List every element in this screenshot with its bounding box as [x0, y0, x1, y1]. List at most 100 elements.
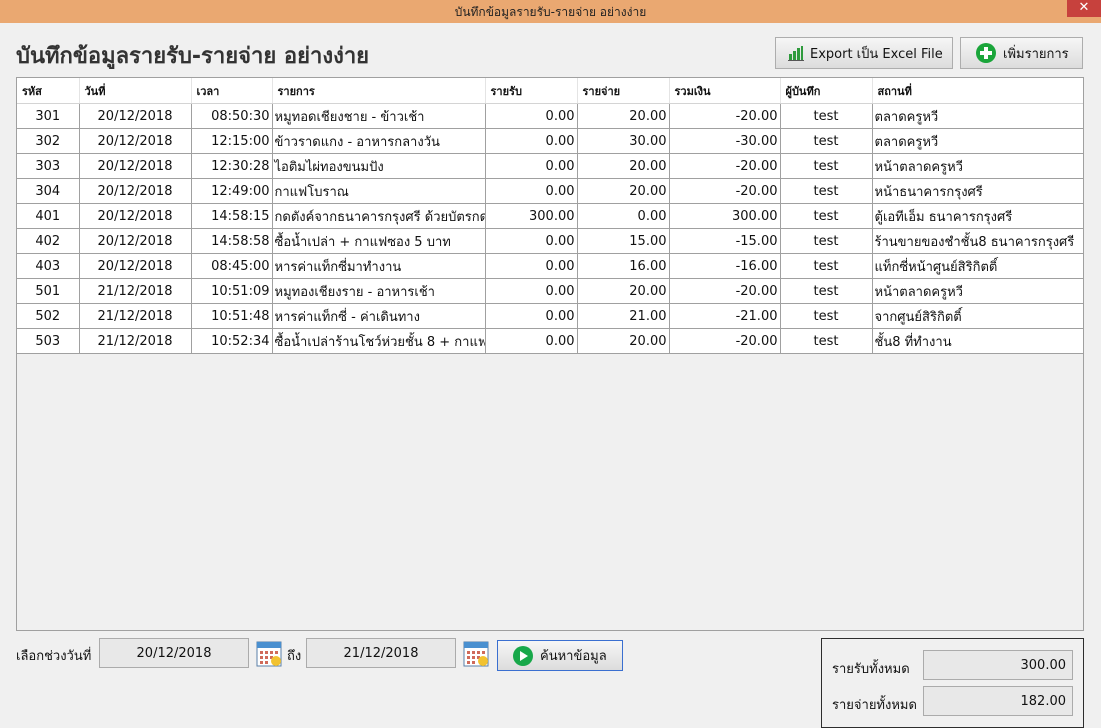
- table-row[interactable]: 502 21/12/2018 10:51:48 หารค่าแท็กซี่ - …: [17, 303, 1083, 329]
- cell-expense: 20.00: [577, 278, 670, 304]
- start-date-field[interactable]: 20/12/2018: [99, 638, 249, 668]
- excel-chart-icon: [788, 45, 804, 61]
- total-income-field: 300.00: [923, 650, 1073, 680]
- cell-item: หมูทองเชียงราย - อาหารเช้า: [272, 278, 486, 304]
- column-header-id[interactable]: รหัส: [17, 78, 80, 104]
- close-icon[interactable]: ✕: [1067, 0, 1101, 17]
- cell-recorder: test: [780, 128, 873, 154]
- total-expense-label: รายจ่ายทั้งหมด: [832, 698, 917, 713]
- cell-recorder: test: [780, 103, 873, 129]
- cell-expense: 15.00: [577, 228, 670, 254]
- cell-id: 401: [17, 203, 80, 229]
- cell-recorder: test: [780, 278, 873, 304]
- cell-item: กาแฟโบราณ: [272, 178, 486, 204]
- table-row[interactable]: 401 20/12/2018 14:58:15 กดตังค์จากธนาคาร…: [17, 203, 1083, 229]
- cell-total: -20.00: [669, 278, 781, 304]
- cell-expense: 16.00: [577, 253, 670, 279]
- add-label: เพิ่มรายการ: [1003, 46, 1069, 62]
- cell-id: 502: [17, 303, 80, 329]
- add-record-button[interactable]: เพิ่มรายการ: [960, 37, 1083, 69]
- cell-total: -20.00: [669, 328, 781, 354]
- table-row[interactable]: 402 20/12/2018 14:58:58 ซื้อน้ำเปล่า + ก…: [17, 228, 1083, 254]
- window-title: บันทึกข้อมูลรายรับ-รายจ่าย อย่างง่าย: [454, 5, 647, 19]
- table-row[interactable]: 302 20/12/2018 12:15:00 ข้าวราดแกง - อาห…: [17, 128, 1083, 154]
- cell-time: 12:15:00: [191, 128, 273, 154]
- cell-income: 0.00: [485, 128, 578, 154]
- cell-item: ข้าวราดแกง - อาหารกลางวัน: [272, 128, 486, 154]
- calendar-icon[interactable]: [463, 639, 489, 667]
- cell-recorder: test: [780, 153, 873, 179]
- page-title: บันทึกข้อมูลรายรับ-รายจ่าย อย่างง่าย: [16, 44, 370, 69]
- cell-total: -20.00: [669, 153, 781, 179]
- table-row[interactable]: 503 21/12/2018 10:52:34 ซื้อน้ำเปล่าร้าน…: [17, 328, 1083, 354]
- cell-item: กดตังค์จากธนาคารกรุงศรี ด้วยบัตรกดเงินสด: [272, 203, 486, 229]
- cell-income: 0.00: [485, 228, 578, 254]
- table-header-row: รหัส วันที่ เวลา รายการ รายรับ รายจ่าย ร…: [17, 78, 1083, 104]
- cell-id: 304: [17, 178, 80, 204]
- column-header-recorder[interactable]: ผู้บันทึก: [780, 78, 873, 104]
- end-date-field[interactable]: 21/12/2018: [306, 638, 456, 668]
- cell-expense: 0.00: [577, 203, 670, 229]
- cell-total: -30.00: [669, 128, 781, 154]
- cell-place: จากศูนย์สิริกิตติ์: [872, 303, 1083, 329]
- cell-place: หน้าธนาคารกรุงศรี: [872, 178, 1083, 204]
- column-header-place[interactable]: สถานที่: [872, 78, 1083, 104]
- cell-income: 0.00: [485, 303, 578, 329]
- column-header-income[interactable]: รายรับ: [485, 78, 578, 104]
- table-row[interactable]: 501 21/12/2018 10:51:09 หมูทองเชียงราย -…: [17, 278, 1083, 304]
- cell-id: 302: [17, 128, 80, 154]
- cell-recorder: test: [780, 303, 873, 329]
- cell-income: 0.00: [485, 253, 578, 279]
- table-row[interactable]: 403 20/12/2018 08:45:00 หารค่าแท็กซี่มาท…: [17, 253, 1083, 279]
- cell-item: หมูทอดเชียงชาย - ข้าวเช้า: [272, 103, 486, 129]
- cell-time: 08:50:30: [191, 103, 273, 129]
- search-label: ค้นหาข้อมูล: [540, 649, 607, 664]
- table-row[interactable]: 301 20/12/2018 08:50:30 หมูทอดเชียงชาย -…: [17, 103, 1083, 129]
- cell-income: 0.00: [485, 178, 578, 204]
- total-income-label: รายรับทั้งหมด: [832, 662, 910, 677]
- cell-income: 0.00: [485, 153, 578, 179]
- cell-date: 20/12/2018: [79, 253, 192, 279]
- column-header-expense[interactable]: รายจ่าย: [577, 78, 670, 104]
- cell-id: 501: [17, 278, 80, 304]
- cell-place: ตลาดครูหวี: [872, 103, 1083, 129]
- cell-time: 08:45:00: [191, 253, 273, 279]
- export-excel-button[interactable]: Export เป็น Excel File: [775, 37, 953, 69]
- column-header-total[interactable]: รวมเงิน: [669, 78, 781, 104]
- cell-income: 0.00: [485, 278, 578, 304]
- cell-total: -20.00: [669, 178, 781, 204]
- play-icon: [512, 645, 534, 667]
- cell-id: 403: [17, 253, 80, 279]
- calendar-icon[interactable]: [256, 639, 282, 667]
- cell-time: 12:49:00: [191, 178, 273, 204]
- cell-time: 10:51:48: [191, 303, 273, 329]
- cell-date: 20/12/2018: [79, 103, 192, 129]
- search-button[interactable]: ค้นหาข้อมูล: [497, 640, 623, 671]
- cell-income: 0.00: [485, 103, 578, 129]
- cell-date: 20/12/2018: [79, 178, 192, 204]
- plus-circle-icon: [975, 42, 997, 64]
- cell-recorder: test: [780, 203, 873, 229]
- cell-expense: 20.00: [577, 103, 670, 129]
- cell-expense: 21.00: [577, 303, 670, 329]
- column-header-item[interactable]: รายการ: [272, 78, 486, 104]
- cell-expense: 20.00: [577, 153, 670, 179]
- cell-expense: 20.00: [577, 178, 670, 204]
- to-label: ถึง: [287, 649, 302, 664]
- cell-date: 20/12/2018: [79, 128, 192, 154]
- cell-expense: 20.00: [577, 328, 670, 354]
- column-header-date[interactable]: วันที่: [79, 78, 192, 104]
- cell-place: ร้านขายของชำชั้น8 ธนาคารกรุงศรี: [872, 228, 1083, 254]
- cell-time: 12:30:28: [191, 153, 273, 179]
- records-table[interactable]: รหัส วันที่ เวลา รายการ รายรับ รายจ่าย ร…: [16, 77, 1084, 631]
- table-row[interactable]: 304 20/12/2018 12:49:00 กาแฟโบราณ 0.00 2…: [17, 178, 1083, 204]
- cell-recorder: test: [780, 253, 873, 279]
- cell-date: 21/12/2018: [79, 328, 192, 354]
- column-header-time[interactable]: เวลา: [191, 78, 273, 104]
- total-expense-field: 182.00: [923, 686, 1073, 716]
- cell-total: 300.00: [669, 203, 781, 229]
- table-row[interactable]: 303 20/12/2018 12:30:28 ไอติมไผ่ทองขนมปั…: [17, 153, 1083, 179]
- cell-time: 10:52:34: [191, 328, 273, 354]
- cell-place: ตู้เอทีเอ็ม ธนาคารกรุงศรี: [872, 203, 1083, 229]
- cell-id: 402: [17, 228, 80, 254]
